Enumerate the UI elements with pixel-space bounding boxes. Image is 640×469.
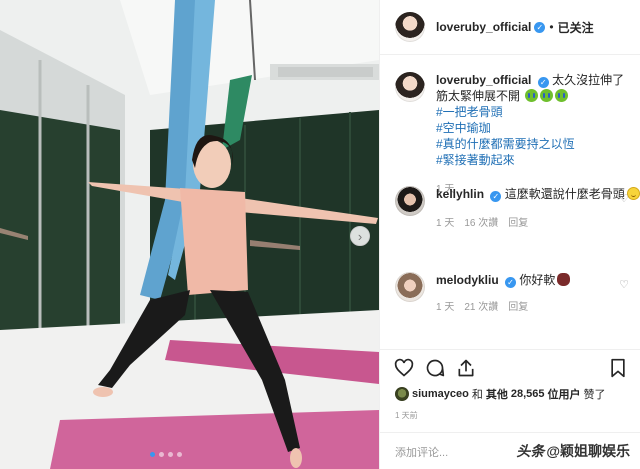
likes-count[interactable]: 28,565 [511, 388, 545, 400]
post-timestamp[interactable]: 1 天前 [395, 410, 418, 421]
comment-icon[interactable] [425, 358, 445, 378]
comments-list: loveruby_official ✓ 太久沒拉伸了 筋太緊伸展不開 #一把老骨… [380, 56, 640, 349]
likes-summary: siumayceo 和 其他 28,565 位用户 赞了 [395, 386, 606, 402]
caption: loveruby_official ✓ 太久沒拉伸了 筋太緊伸展不開 #一把老骨… [395, 72, 640, 198]
verified-badge-icon: ✓ [537, 77, 549, 88]
comment-likes[interactable]: 16 次讚 [464, 216, 498, 232]
comment-username[interactable]: melodykliu [436, 273, 499, 287]
comment-time[interactable]: 1 天 [436, 300, 454, 316]
liker-username[interactable]: siumayceo [412, 388, 469, 400]
post-photo: › [0, 0, 379, 469]
heart-icon[interactable]: ♡ [619, 278, 629, 291]
share-icon[interactable] [456, 358, 476, 378]
avatar[interactable] [395, 272, 425, 302]
likes-unit: 位用户 [547, 389, 581, 401]
reply-button[interactable]: 回复 [508, 216, 528, 232]
hashtag[interactable]: #真的什麼都需要持之以恆 [436, 136, 640, 152]
heart-icon[interactable] [394, 358, 414, 378]
comment-item: kellyhlin ✓ 這麼軟還說什麼老骨頭 1 天 16 次讚 回复 [395, 186, 640, 232]
avatar[interactable] [395, 387, 409, 401]
caption-line-2: 筋太緊伸展不開 [436, 89, 521, 103]
caption-username[interactable]: loveruby_official [436, 73, 531, 87]
comment-text: 這麼軟還說什麼老骨頭 [504, 187, 625, 201]
comment-item: melodykliu ✓ 你好軟 1 天 21 次讚 回复 [395, 272, 640, 316]
carousel-dots [150, 452, 182, 457]
post-header: loveruby_official ✓ • 已关注 [380, 0, 640, 55]
author-username[interactable]: loveruby_official [436, 20, 531, 34]
hashtag[interactable]: #緊接著動起來 [436, 152, 640, 168]
poop-emoji-icon [557, 273, 571, 286]
chevron-right-icon[interactable]: › [350, 226, 370, 246]
comment-username[interactable]: kellyhlin [436, 187, 484, 201]
carousel-dot [150, 452, 155, 457]
crying-emoji-icon [525, 89, 539, 102]
verified-badge-icon: ✓ [534, 21, 546, 33]
verified-badge-icon: ✓ [505, 277, 517, 288]
follow-status[interactable]: 已关注 [558, 19, 594, 36]
reply-button[interactable]: 回复 [508, 300, 528, 316]
bookmark-icon[interactable] [608, 358, 628, 378]
action-bar [380, 349, 640, 383]
comment-time[interactable]: 1 天 [436, 216, 454, 232]
comment-text: 你好軟 [519, 273, 556, 287]
post-side-panel: loveruby_official ✓ • 已关注 loveruby_offic… [379, 0, 640, 469]
heart-icon[interactable]: ♡ [619, 192, 629, 205]
avatar[interactable] [395, 12, 425, 42]
aerial-yoga-photo [0, 0, 379, 469]
caption-line-1: 太久沒拉伸了 [552, 73, 625, 87]
likes-others[interactable]: 其他 [486, 386, 508, 402]
watermark-handle: @颖姐聊娱乐 [546, 443, 630, 459]
avatar[interactable] [395, 72, 425, 102]
likes-suffix: 赞了 [583, 389, 606, 401]
hashtag[interactable]: #一把老骨頭 [436, 104, 640, 120]
verified-badge-icon: ✓ [490, 191, 502, 202]
watermark: 头条 @颖姐聊娱乐 [516, 441, 630, 461]
carousel-dot [168, 452, 173, 457]
hashtag[interactable]: #空中瑜珈 [436, 120, 640, 136]
watermark-prefix: 头条 [516, 443, 545, 459]
separator: • [549, 20, 554, 34]
carousel-dot [177, 452, 182, 457]
likes-and: 和 [471, 389, 483, 401]
comment-likes[interactable]: 21 次讚 [464, 300, 498, 316]
carousel-dot [159, 452, 164, 457]
avatar[interactable] [395, 186, 425, 216]
crying-emoji-icon [555, 89, 569, 102]
crying-emoji-icon [540, 89, 554, 102]
